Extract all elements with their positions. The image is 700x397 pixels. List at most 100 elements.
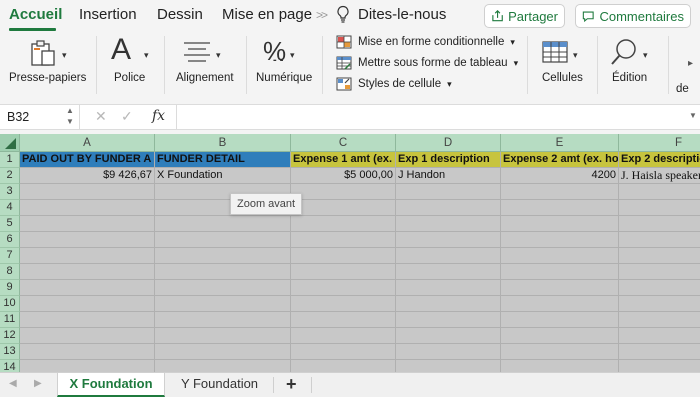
empty-cell[interactable]	[501, 328, 619, 344]
empty-cell[interactable]	[20, 360, 155, 372]
more-tabs-chevron-icon[interactable]: >>	[316, 8, 328, 22]
cell-b2[interactable]: X Foundation	[155, 168, 291, 184]
row-header[interactable]: 12	[0, 328, 20, 344]
empty-cell[interactable]	[155, 360, 291, 372]
sheet-next-arrow-icon[interactable]: ▶	[34, 378, 42, 389]
empty-cell[interactable]	[619, 248, 700, 264]
tab-dessin[interactable]: Dessin	[157, 6, 203, 23]
name-box-stepper-icon[interactable]: ▲ ▼	[66, 105, 74, 127]
cell-e1[interactable]: Expense 2 amt (ex. hon	[501, 152, 619, 168]
tab-mise-en-page[interactable]: Mise en page	[222, 6, 312, 23]
empty-cell[interactable]	[291, 264, 396, 280]
tell-me-search[interactable]: Dites-le-nous	[358, 6, 446, 23]
empty-cell[interactable]	[291, 328, 396, 344]
cell-f1[interactable]: Exp 2 description	[619, 152, 700, 168]
empty-cell[interactable]	[501, 312, 619, 328]
empty-cell[interactable]	[20, 216, 155, 232]
column-header-a[interactable]: A	[20, 134, 155, 152]
empty-cell[interactable]	[396, 312, 501, 328]
tab-accueil[interactable]: Accueil	[9, 6, 62, 23]
row-header[interactable]: 1	[0, 152, 20, 168]
row-header[interactable]: 10	[0, 296, 20, 312]
conditional-formatting-button[interactable]: Mise en forme conditionnelle ▾	[336, 35, 515, 49]
empty-cell[interactable]	[155, 248, 291, 264]
empty-cell[interactable]	[291, 248, 396, 264]
empty-cell[interactable]	[155, 328, 291, 344]
column-header-c[interactable]: C	[291, 134, 396, 152]
empty-cell[interactable]	[396, 216, 501, 232]
column-header-e[interactable]: E	[501, 134, 619, 152]
empty-cell[interactable]	[396, 360, 501, 372]
empty-cell[interactable]	[619, 328, 700, 344]
empty-cell[interactable]	[396, 200, 501, 216]
empty-cell[interactable]	[20, 328, 155, 344]
format-as-table-button[interactable]: Mettre sous forme de tableau ▾	[336, 56, 518, 70]
empty-cell[interactable]	[291, 296, 396, 312]
row-header[interactable]: 6	[0, 232, 20, 248]
cell-e2[interactable]: 4200	[501, 168, 619, 184]
empty-cell[interactable]	[619, 200, 700, 216]
name-box[interactable]: B32 ▲ ▼	[0, 105, 80, 129]
cell-d2[interactable]: J Handon	[396, 168, 501, 184]
clipboard-group[interactable]: ▾ Presse-papiers	[0, 32, 92, 102]
column-header-d[interactable]: D	[396, 134, 501, 152]
empty-cell[interactable]	[155, 312, 291, 328]
number-group[interactable]: % ▾ - - Numérique	[250, 32, 320, 102]
sheet-tab-y-foundation[interactable]: Y Foundation	[167, 373, 272, 397]
empty-cell[interactable]	[20, 312, 155, 328]
empty-cell[interactable]	[20, 184, 155, 200]
empty-cell[interactable]	[619, 360, 700, 372]
cell-c1[interactable]: Expense 1 amt (ex. c	[291, 152, 396, 168]
alignment-group[interactable]: ▾ Alignement	[168, 32, 242, 102]
cell-f2[interactable]: J. Haisla speaker	[619, 168, 700, 184]
empty-cell[interactable]	[501, 264, 619, 280]
function-icon[interactable]: fx	[152, 108, 165, 124]
cell-a1[interactable]: PAID OUT BY FUNDER A	[20, 152, 155, 168]
sheet-tab-x-foundation[interactable]: X Foundation	[57, 373, 165, 397]
cell-a2[interactable]: $9 426,67	[20, 168, 155, 184]
row-header[interactable]: 3	[0, 184, 20, 200]
empty-cell[interactable]	[291, 344, 396, 360]
row-header[interactable]: 8	[0, 264, 20, 280]
row-header[interactable]: 4	[0, 200, 20, 216]
empty-cell[interactable]	[501, 344, 619, 360]
empty-cell[interactable]	[20, 200, 155, 216]
sheet-prev-arrow-icon[interactable]: ◀	[9, 378, 17, 389]
empty-cell[interactable]	[619, 216, 700, 232]
empty-cell[interactable]	[501, 280, 619, 296]
row-header[interactable]: 9	[0, 280, 20, 296]
empty-cell[interactable]	[396, 248, 501, 264]
empty-cell[interactable]	[291, 232, 396, 248]
empty-cell[interactable]	[501, 232, 619, 248]
ribbon-scroll-right-icon[interactable]: ▸	[688, 58, 693, 69]
empty-cell[interactable]	[155, 296, 291, 312]
empty-cell[interactable]	[291, 184, 396, 200]
cell-styles-button[interactable]: Styles de cellule ▾	[336, 77, 452, 91]
empty-cell[interactable]	[291, 312, 396, 328]
row-header[interactable]: 7	[0, 248, 20, 264]
empty-cell[interactable]	[155, 344, 291, 360]
empty-cell[interactable]	[619, 264, 700, 280]
empty-cell[interactable]	[619, 280, 700, 296]
empty-cell[interactable]	[501, 360, 619, 372]
empty-cell[interactable]	[155, 280, 291, 296]
empty-cell[interactable]	[155, 264, 291, 280]
empty-cell[interactable]	[396, 184, 501, 200]
spreadsheet-grid[interactable]: A B C D E F PAID OUT BY FUNDER A FUNDER …	[0, 134, 700, 372]
empty-cell[interactable]	[619, 344, 700, 360]
empty-cell[interactable]	[20, 344, 155, 360]
empty-cell[interactable]	[501, 200, 619, 216]
empty-cell[interactable]	[619, 296, 700, 312]
empty-cell[interactable]	[501, 184, 619, 200]
empty-cell[interactable]	[619, 232, 700, 248]
formula-input[interactable]	[176, 105, 687, 129]
empty-cell[interactable]	[396, 344, 501, 360]
empty-cell[interactable]	[396, 328, 501, 344]
empty-cell[interactable]	[20, 280, 155, 296]
empty-cell[interactable]	[291, 280, 396, 296]
empty-cell[interactable]	[291, 200, 396, 216]
editing-group[interactable]: ▾ Édition	[601, 32, 663, 102]
empty-cell[interactable]	[20, 264, 155, 280]
empty-cell[interactable]	[20, 296, 155, 312]
empty-cell[interactable]	[396, 296, 501, 312]
